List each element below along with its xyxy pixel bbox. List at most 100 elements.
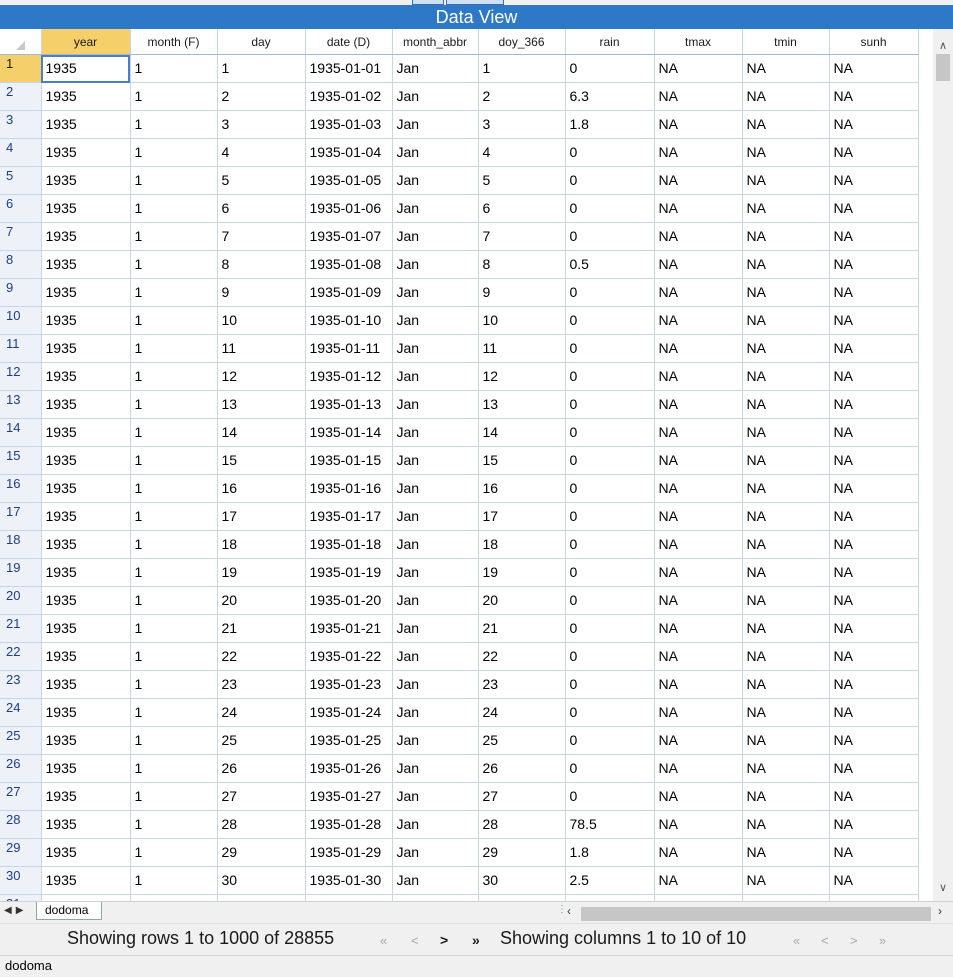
table-cell[interactable]: NA bbox=[742, 194, 830, 223]
table-cell[interactable]: 0 bbox=[565, 726, 655, 755]
table-cell[interactable]: NA bbox=[654, 278, 743, 307]
table-cell[interactable]: 1935 bbox=[41, 502, 131, 531]
table-cell[interactable]: Jan bbox=[392, 754, 479, 783]
table-cell[interactable]: 0 bbox=[565, 614, 655, 643]
table-cell[interactable]: NA bbox=[829, 586, 919, 615]
table-cell[interactable]: 1935 bbox=[41, 418, 131, 447]
table-cell[interactable]: Jan bbox=[392, 642, 479, 671]
table-cell[interactable]: NA bbox=[742, 614, 830, 643]
table-cell[interactable]: 1 bbox=[130, 698, 218, 727]
table-cell[interactable]: 2 bbox=[217, 82, 306, 111]
row-number[interactable]: 12 bbox=[0, 362, 42, 391]
table-cell[interactable]: NA bbox=[829, 250, 919, 279]
row-number[interactable]: 24 bbox=[0, 698, 42, 727]
table-cell[interactable]: NA bbox=[742, 754, 830, 783]
table-cell[interactable]: NA bbox=[654, 250, 743, 279]
column-header[interactable]: sunh bbox=[829, 29, 919, 55]
table-cell[interactable]: 3 bbox=[217, 110, 306, 139]
table-cell[interactable]: 1.8 bbox=[565, 838, 655, 867]
table-cell[interactable]: NA bbox=[742, 586, 830, 615]
table-cell[interactable]: NA bbox=[742, 306, 830, 335]
table-cell[interactable]: 1935 bbox=[41, 838, 131, 867]
table-cell[interactable]: NA bbox=[742, 558, 830, 587]
table-cell[interactable]: NA bbox=[829, 838, 919, 867]
table-cell[interactable]: NA bbox=[829, 754, 919, 783]
table-cell[interactable]: 1935-01-21 bbox=[305, 614, 393, 643]
table-cell[interactable]: 13 bbox=[478, 390, 566, 419]
table-cell[interactable]: 1 bbox=[130, 306, 218, 335]
column-header[interactable]: rain bbox=[565, 29, 655, 55]
table-cell[interactable]: 1935-01-03 bbox=[305, 110, 393, 139]
table-cell[interactable]: NA bbox=[742, 82, 830, 111]
table-cell[interactable]: NA bbox=[829, 642, 919, 671]
table-cell[interactable]: NA bbox=[829, 138, 919, 167]
rows-first-button[interactable]: « bbox=[380, 933, 387, 948]
table-cell[interactable]: 25 bbox=[217, 726, 306, 755]
table-cell[interactable]: 0 bbox=[565, 502, 655, 531]
tab-nav-arrows-icon[interactable]: ◀▶ bbox=[4, 905, 27, 916]
column-header[interactable]: year bbox=[41, 29, 131, 55]
table-cell[interactable]: NA bbox=[654, 782, 743, 811]
table-cell[interactable]: NA bbox=[829, 418, 919, 447]
table-cell[interactable]: 12 bbox=[217, 362, 306, 391]
table-cell[interactable]: 1935-01-07 bbox=[305, 222, 393, 251]
table-cell[interactable]: Jan bbox=[392, 306, 479, 335]
table-cell[interactable]: 1935-01-24 bbox=[305, 698, 393, 727]
table-cell[interactable]: 19 bbox=[217, 558, 306, 587]
table-cell[interactable]: 0 bbox=[565, 166, 655, 195]
table-cell[interactable]: 78.5 bbox=[565, 810, 655, 839]
table-cell[interactable]: NA bbox=[654, 614, 743, 643]
table-cell[interactable]: 1935-01-05 bbox=[305, 166, 393, 195]
table-cell[interactable]: NA bbox=[829, 866, 919, 895]
table-cell[interactable]: 1935 bbox=[41, 362, 131, 391]
cols-first-button[interactable]: « bbox=[793, 933, 800, 948]
cols-prev-button[interactable]: < bbox=[821, 933, 829, 948]
table-cell[interactable]: 0 bbox=[565, 558, 655, 587]
table-cell[interactable]: 22 bbox=[478, 642, 566, 671]
table-cell[interactable]: 1935 bbox=[41, 530, 131, 559]
table-cell[interactable]: NA bbox=[742, 502, 830, 531]
table-cell[interactable]: NA bbox=[742, 726, 830, 755]
table-cell[interactable]: 27 bbox=[478, 782, 566, 811]
table-cell[interactable]: Jan bbox=[392, 726, 479, 755]
table-cell[interactable]: Jan bbox=[392, 166, 479, 195]
table-cell[interactable]: 1935-01-23 bbox=[305, 670, 393, 699]
table-cell[interactable]: 1935 bbox=[41, 558, 131, 587]
vertical-scrollbar[interactable]: ∧ ∨ bbox=[933, 29, 953, 901]
table-cell[interactable]: 15 bbox=[478, 446, 566, 475]
row-number[interactable]: 27 bbox=[0, 782, 42, 811]
scroll-up-icon[interactable]: ∧ bbox=[933, 37, 953, 55]
table-cell[interactable]: 2 bbox=[478, 82, 566, 111]
table-cell[interactable]: Jan bbox=[392, 614, 479, 643]
table-cell[interactable]: 7 bbox=[478, 222, 566, 251]
table-cell[interactable]: 9 bbox=[478, 278, 566, 307]
table-cell[interactable]: 0 bbox=[565, 418, 655, 447]
column-header[interactable]: doy_366 bbox=[478, 29, 566, 55]
table-cell[interactable]: 1935 bbox=[41, 306, 131, 335]
table-cell[interactable]: 1 bbox=[217, 54, 306, 83]
row-number[interactable]: 19 bbox=[0, 558, 42, 587]
table-cell[interactable]: 1 bbox=[130, 418, 218, 447]
table-cell[interactable]: Jan bbox=[392, 194, 479, 223]
table-cell[interactable]: 0 bbox=[565, 530, 655, 559]
table-cell[interactable]: 0 bbox=[565, 474, 655, 503]
table-cell[interactable]: Jan bbox=[392, 446, 479, 475]
row-number[interactable]: 3 bbox=[0, 110, 42, 139]
table-cell[interactable]: 0 bbox=[565, 138, 655, 167]
table-cell[interactable]: 24 bbox=[478, 698, 566, 727]
table-cell[interactable]: 29 bbox=[478, 838, 566, 867]
table-cell[interactable]: 1935-01-13 bbox=[305, 390, 393, 419]
table-cell[interactable]: NA bbox=[829, 726, 919, 755]
table-cell[interactable]: 1935 bbox=[41, 642, 131, 671]
table-cell[interactable]: 17 bbox=[478, 502, 566, 531]
table-cell[interactable]: 1935-01-17 bbox=[305, 502, 393, 531]
table-cell[interactable]: 1935 bbox=[41, 54, 131, 83]
table-cell[interactable]: 1935 bbox=[41, 82, 131, 111]
table-cell[interactable]: 0 bbox=[565, 698, 655, 727]
table-cell[interactable]: 1935 bbox=[41, 334, 131, 363]
table-cell[interactable]: 1935-01-25 bbox=[305, 726, 393, 755]
table-cell[interactable]: 15 bbox=[217, 446, 306, 475]
table-cell[interactable]: 0 bbox=[565, 390, 655, 419]
table-cell[interactable]: Jan bbox=[392, 54, 479, 83]
table-cell[interactable]: 1 bbox=[130, 82, 218, 111]
